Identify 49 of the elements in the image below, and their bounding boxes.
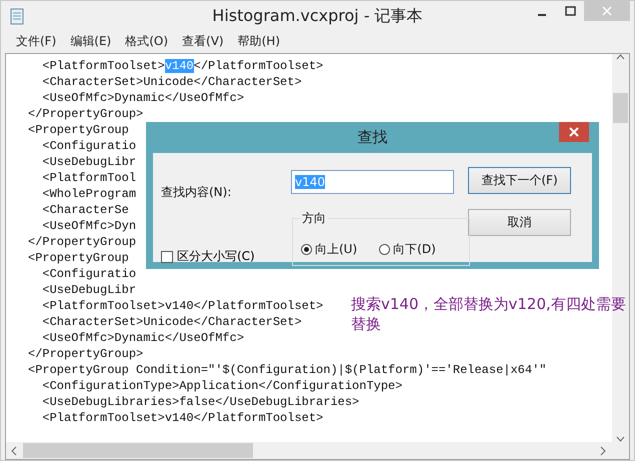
code-line: <WholeProgram bbox=[41, 186, 136, 202]
menu-item[interactable]: 查看(V) bbox=[175, 32, 231, 50]
direction-radio[interactable]: 向上(U) bbox=[301, 241, 358, 258]
code-line: </PropertyGroup bbox=[28, 234, 136, 250]
window-title: Histogram.vcxproj - 记事本 bbox=[212, 6, 423, 26]
scroll-thumb[interactable] bbox=[613, 93, 628, 123]
code-line: <UseDebugLibr bbox=[41, 154, 136, 170]
menu-item[interactable]: 帮助(H) bbox=[230, 32, 287, 50]
scroll-thumb[interactable] bbox=[23, 443, 253, 458]
code-line: <PropertyGroup bbox=[28, 122, 129, 138]
code-line: <PlatformToolset>v140</PlatformToolset> bbox=[41, 58, 324, 74]
code-line: </PropertyGroup> bbox=[28, 106, 144, 122]
code-line: <UseOfMfc>Dyn bbox=[41, 218, 136, 234]
code-line: <UseOfMfc>Dynamic</UseOfMfc> bbox=[41, 330, 244, 346]
find-label: 查找内容(N): bbox=[161, 185, 232, 199]
scroll-down-icon[interactable] bbox=[616, 436, 625, 442]
code-line: <Configuratio bbox=[41, 138, 136, 154]
code-line: <PropertyGroup bbox=[28, 250, 129, 266]
code-line: <PlatformToolset>v140</PlatformToolset> bbox=[41, 410, 324, 426]
direction-radio[interactable]: 向下(D) bbox=[379, 241, 436, 258]
cancel-button[interactable]: 取消 bbox=[468, 209, 571, 236]
code-line: <ConfigurationType>Application</ConfigurationType> bbox=[41, 378, 402, 394]
menu-item[interactable]: 格式(O) bbox=[118, 32, 176, 50]
menu-item[interactable]: 文件(F) bbox=[9, 32, 64, 50]
code-line: <PlatformToolset>v140</PlatformToolset> bbox=[41, 298, 324, 314]
close-button[interactable] bbox=[559, 122, 589, 142]
maximize-icon bbox=[564, 6, 576, 16]
code-line: <UseDebugLibraries>false</UseDebugLibraries> bbox=[41, 394, 360, 410]
close-icon bbox=[602, 6, 612, 16]
minimize-icon bbox=[538, 14, 546, 16]
code-line: <UseDebugLibr bbox=[41, 282, 136, 298]
code-line: <UseOfMfc>Dynamic</UseOfMfc> bbox=[41, 90, 244, 106]
close-icon bbox=[569, 127, 579, 137]
notepad-icon bbox=[9, 7, 25, 25]
code-line: <CharacterSe bbox=[41, 202, 129, 218]
code-line: <PlatformTool bbox=[41, 170, 136, 186]
annotation-text: 搜索v140，全部替换为v120,有四处需要替换 bbox=[351, 294, 627, 334]
vertical-scrollbar[interactable] bbox=[612, 54, 629, 442]
dialog-title: 查找 bbox=[358, 128, 388, 147]
code-line: </PropertyGroup> bbox=[28, 346, 144, 362]
scroll-up-icon[interactable] bbox=[616, 54, 625, 60]
code-line: <CharacterSet>Unicode</CharacterSet> bbox=[41, 74, 302, 90]
code-line: <Configuratio bbox=[41, 266, 136, 282]
code-line: <CharacterSet>Unicode</CharacterSet> bbox=[41, 314, 302, 330]
find-next-button[interactable]: 查找下一个(F) bbox=[468, 167, 571, 194]
menu-item[interactable]: 编辑(E) bbox=[63, 32, 118, 50]
code-line: <PropertyGroup Condition="'$(Configuration)|$(Platform)'=='Release|x64'" bbox=[28, 362, 546, 378]
match-case-checkbox[interactable]: 区分大小写(C) bbox=[161, 248, 255, 265]
horizontal-scrollbar[interactable] bbox=[6, 442, 629, 459]
